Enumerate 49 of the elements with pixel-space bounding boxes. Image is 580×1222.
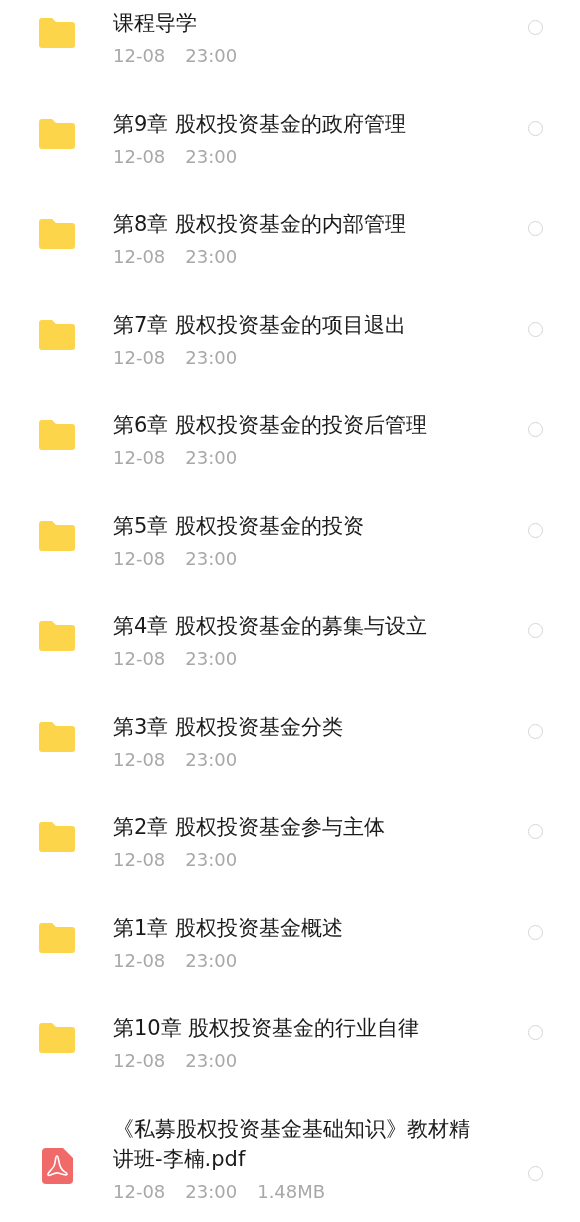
file-name: 第9章 股权投资基金的政府管理 bbox=[113, 110, 407, 138]
file-date: 12-08 bbox=[113, 44, 166, 68]
file-time: 23:00 bbox=[185, 446, 238, 470]
folder-icon bbox=[39, 1023, 75, 1053]
file-size: 1.48MB bbox=[257, 1179, 326, 1204]
file-date: 12-08 bbox=[113, 848, 166, 872]
folder-icon bbox=[39, 18, 75, 48]
folder-icon bbox=[39, 520, 75, 551]
file-name: 课程导学 bbox=[113, 10, 198, 37]
folder-icon bbox=[39, 922, 75, 953]
folder-icon bbox=[39, 621, 75, 651]
file-name: 第1章 股权投资基金概述 bbox=[113, 914, 344, 942]
file-date: 12-08 bbox=[113, 948, 166, 973]
folder-icon bbox=[39, 822, 75, 852]
folder-icon bbox=[39, 319, 75, 350]
file-name: 《私募股权投资基金基础知识》教材精讲班-李楠.pdf bbox=[113, 1115, 471, 1173]
file-date: 12-08 bbox=[113, 446, 166, 470]
file-time: 23:00 bbox=[185, 144, 238, 169]
file-date: 12-08 bbox=[113, 647, 166, 671]
file-name: 第5章 股权投资基金的投资 bbox=[113, 512, 365, 540]
file-date: 12-08 bbox=[113, 345, 166, 370]
file-date: 12-08 bbox=[113, 144, 166, 169]
file-name: 第2章 股权投资基金参与主体 bbox=[113, 814, 386, 841]
file-date: 12-08 bbox=[113, 1179, 166, 1204]
file-name: 第3章 股权投资基金分类 bbox=[113, 713, 344, 741]
file-time: 23:00 bbox=[185, 647, 238, 671]
folder-icon bbox=[39, 219, 75, 249]
file-time: 23:00 bbox=[185, 1049, 238, 1073]
file-name: 第4章 股权投资基金的募集与设立 bbox=[113, 613, 428, 640]
file-date: 12-08 bbox=[113, 1049, 166, 1073]
file-time: 23:00 bbox=[185, 345, 238, 370]
file-name: 第10章 股权投资基金的行业自律 bbox=[113, 1015, 420, 1042]
pdf-icon bbox=[41, 1147, 73, 1184]
file-time: 23:00 bbox=[185, 1179, 238, 1204]
file-name: 第6章 股权投资基金的投资后管理 bbox=[113, 412, 428, 439]
folder-icon bbox=[39, 721, 75, 752]
file-time: 23:00 bbox=[185, 44, 238, 68]
file-date: 12-08 bbox=[113, 747, 166, 772]
file-time: 23:00 bbox=[185, 848, 238, 872]
folder-icon bbox=[39, 118, 75, 149]
file-time: 23:00 bbox=[185, 546, 238, 571]
file-time: 23:00 bbox=[185, 948, 238, 973]
file-name: 第7章 股权投资基金的项目退出 bbox=[113, 311, 407, 339]
file-date: 12-08 bbox=[113, 245, 166, 269]
file-time: 23:00 bbox=[185, 747, 238, 772]
file-name: 第8章 股权投资基金的内部管理 bbox=[113, 211, 407, 238]
file-time: 23:00 bbox=[185, 245, 238, 269]
folder-icon bbox=[39, 420, 75, 450]
file-date: 12-08 bbox=[113, 546, 166, 571]
